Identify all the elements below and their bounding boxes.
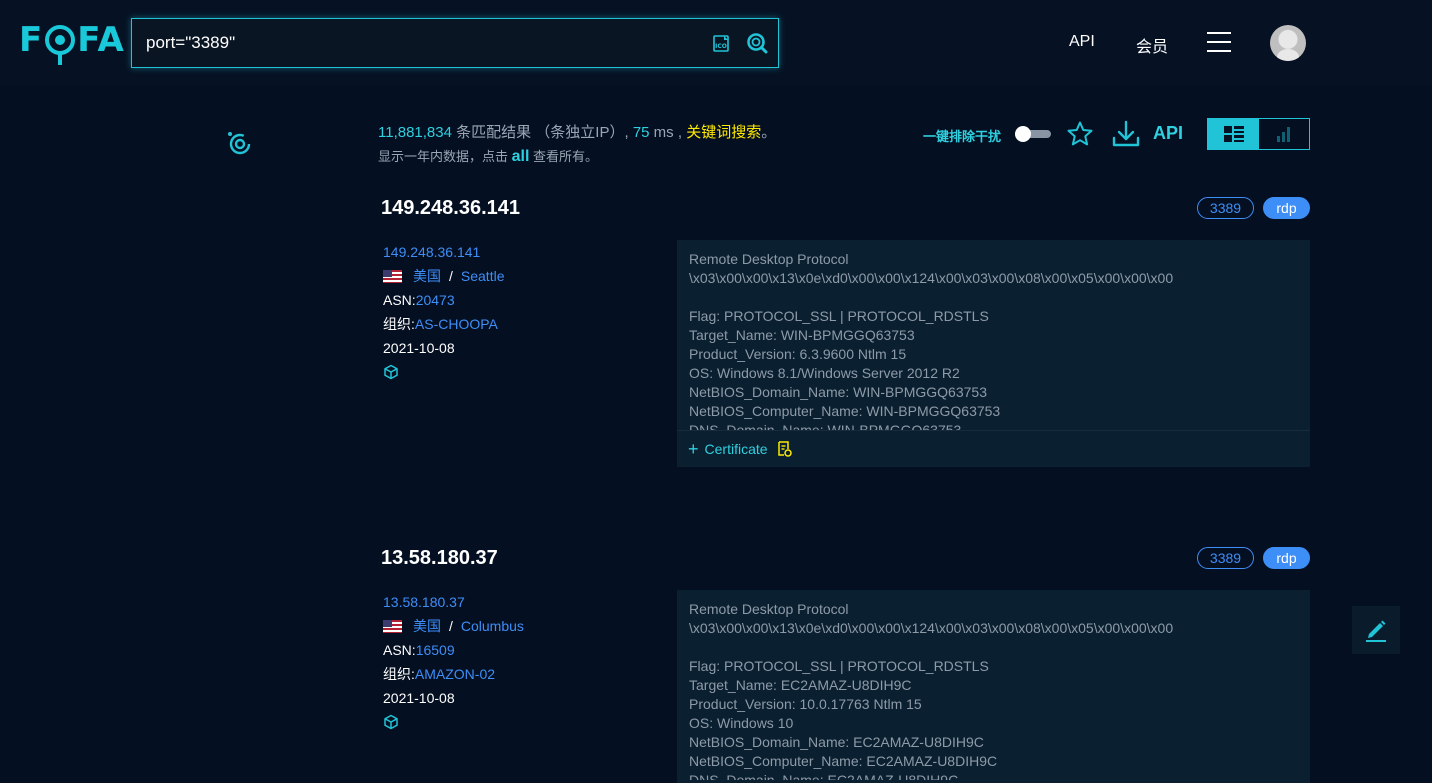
chart-view-icon bbox=[1277, 127, 1290, 142]
search-input[interactable] bbox=[146, 31, 696, 55]
plus-icon: + bbox=[688, 439, 699, 459]
asn-label: ASN: bbox=[383, 292, 416, 308]
banner-text: Remote Desktop Protocol \x03\x00\x00\x13… bbox=[689, 601, 1174, 780]
certificate-icon[interactable] bbox=[777, 441, 792, 457]
org-link[interactable]: AMAZON-02 bbox=[415, 666, 495, 682]
asn-link[interactable]: 16509 bbox=[416, 642, 455, 658]
result-ip-title[interactable]: 13.58.180.37 bbox=[381, 547, 498, 570]
query-time: 75 bbox=[632, 124, 650, 141]
result-ip-title[interactable]: 149.248.36.141 bbox=[381, 197, 520, 220]
show-all-link[interactable]: all bbox=[512, 148, 530, 165]
result-sub-summary: 显示一年内数据，点击 all 查看所有。 bbox=[378, 146, 598, 166]
org-label: 组织: bbox=[383, 316, 415, 332]
us-flag-icon bbox=[383, 269, 402, 283]
cube-icon[interactable] bbox=[383, 364, 399, 380]
org-label: 组织: bbox=[383, 666, 415, 682]
asn-label: ASN: bbox=[383, 642, 416, 658]
asn-link[interactable]: 20473 bbox=[416, 292, 455, 308]
cube-icon[interactable] bbox=[383, 714, 399, 730]
target-icon[interactable] bbox=[226, 130, 252, 156]
port-tag[interactable]: 3389 bbox=[1197, 197, 1254, 219]
result-meta: 149.248.36.141 美国 / Seattle ASN: 20473 组… bbox=[383, 240, 504, 384]
exclude-interference-toggle[interactable] bbox=[1015, 126, 1051, 142]
view-switch bbox=[1207, 118, 1310, 150]
keyword-search-link[interactable]: 关键词搜索 bbox=[686, 124, 761, 141]
city-link[interactable]: Columbus bbox=[461, 618, 524, 634]
host-link[interactable]: 149.248.36.141 bbox=[383, 244, 480, 260]
nav-api-link[interactable]: API bbox=[1069, 33, 1095, 51]
search-icon[interactable] bbox=[746, 32, 768, 54]
result-count-suffix: 条匹配结果 （条独立IP）, bbox=[451, 124, 629, 141]
result-meta: 13.58.180.37 美国 / Columbus ASN: 16509 组织… bbox=[383, 590, 524, 734]
logo-o-icon bbox=[45, 25, 76, 65]
location-separator: / bbox=[449, 268, 453, 284]
summary-period: 。 bbox=[761, 124, 777, 141]
protocol-banner: Remote Desktop Protocol \x03\x00\x00\x13… bbox=[677, 590, 1310, 783]
edit-button[interactable] bbox=[1352, 606, 1400, 654]
exclude-interference-label: 一键排除干扰 bbox=[923, 129, 1002, 144]
location-separator: / bbox=[449, 618, 453, 634]
certificate-label: Certificate bbox=[704, 441, 768, 457]
search-box: ICO bbox=[131, 18, 779, 68]
protocol-tag[interactable]: rdp bbox=[1263, 197, 1310, 219]
star-icon[interactable] bbox=[1066, 120, 1094, 148]
protocol-tag[interactable]: rdp bbox=[1263, 547, 1310, 569]
download-icon[interactable] bbox=[1111, 119, 1141, 149]
api-button[interactable]: API bbox=[1153, 123, 1183, 144]
certificate-toggle[interactable]: + Certificate bbox=[677, 430, 1310, 467]
country-link[interactable]: 美国 bbox=[413, 266, 441, 286]
result-summary: 11,881,834 条匹配结果 （条独立IP）, 75 ms , 关键词搜索。 bbox=[378, 121, 776, 142]
nav-member-link[interactable]: 会员 bbox=[1136, 33, 1168, 57]
list-view-icon bbox=[1223, 126, 1244, 142]
result-count: 11,881,834 bbox=[378, 124, 452, 141]
edit-icon bbox=[1366, 620, 1386, 642]
us-flag-icon bbox=[383, 619, 402, 633]
country-link[interactable]: 美国 bbox=[413, 616, 441, 636]
city-link[interactable]: Seattle bbox=[461, 268, 505, 284]
fofa-logo[interactable]: F FA bbox=[19, 20, 125, 65]
top-header: FFA ICO API 会员 bbox=[0, 0, 1432, 86]
result-date: 2021-10-08 bbox=[383, 690, 455, 706]
host-link[interactable]: 13.58.180.37 bbox=[383, 594, 465, 610]
query-time-unit: ms , bbox=[649, 124, 683, 141]
banner-text: Remote Desktop Protocol \x03\x00\x00\x13… bbox=[689, 251, 1174, 430]
org-link[interactable]: AS-CHOOPA bbox=[415, 316, 498, 332]
ico-search-icon[interactable]: ICO bbox=[712, 33, 732, 53]
chart-view-button[interactable] bbox=[1259, 119, 1309, 149]
protocol-banner: Remote Desktop Protocol \x03\x00\x00\x13… bbox=[677, 240, 1310, 467]
menu-icon[interactable] bbox=[1207, 32, 1231, 54]
sub-summary-prefix: 显示一年内数据，点击 bbox=[378, 149, 512, 164]
avatar[interactable] bbox=[1270, 25, 1306, 61]
svg-text:ICO: ICO bbox=[715, 43, 727, 50]
list-view-button[interactable] bbox=[1208, 119, 1259, 149]
sub-summary-suffix: 查看所有。 bbox=[529, 149, 599, 164]
result-date: 2021-10-08 bbox=[383, 340, 455, 356]
port-tag[interactable]: 3389 bbox=[1197, 547, 1254, 569]
